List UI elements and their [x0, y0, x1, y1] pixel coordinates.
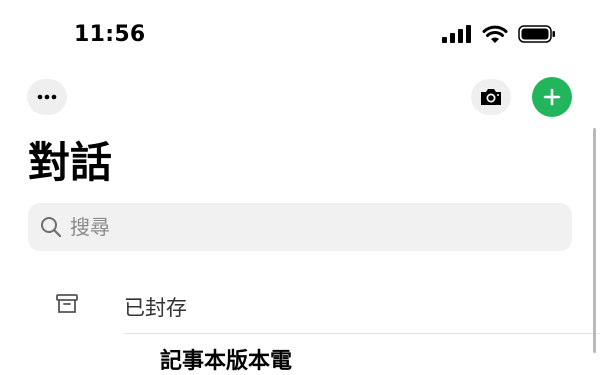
archive-box-icon [55, 292, 79, 320]
wifi-icon [482, 25, 508, 43]
search-icon [40, 216, 62, 238]
status-bar: 11:56 [0, 0, 600, 70]
plus-icon [543, 88, 561, 106]
archived-label: 已封存 [124, 296, 187, 320]
camera-button[interactable] [471, 79, 511, 115]
status-icons [442, 24, 556, 44]
divider [124, 333, 600, 334]
chat-list-item-title[interactable]: 記事本版本電 [160, 343, 292, 375]
battery-icon [518, 25, 555, 43]
cellular-signal-icon [442, 25, 471, 43]
status-time: 11:56 [74, 22, 146, 47]
ellipsis-icon [37, 94, 57, 100]
new-chat-button[interactable] [532, 77, 572, 117]
search-bar[interactable] [28, 203, 572, 251]
camera-icon [481, 89, 501, 105]
page-title: 對話 [28, 138, 113, 187]
archived-chats-row[interactable]: 已封存 [0, 280, 600, 332]
search-input[interactable] [68, 214, 552, 240]
more-options-button[interactable] [27, 79, 67, 115]
scrollbar[interactable] [593, 128, 596, 353]
